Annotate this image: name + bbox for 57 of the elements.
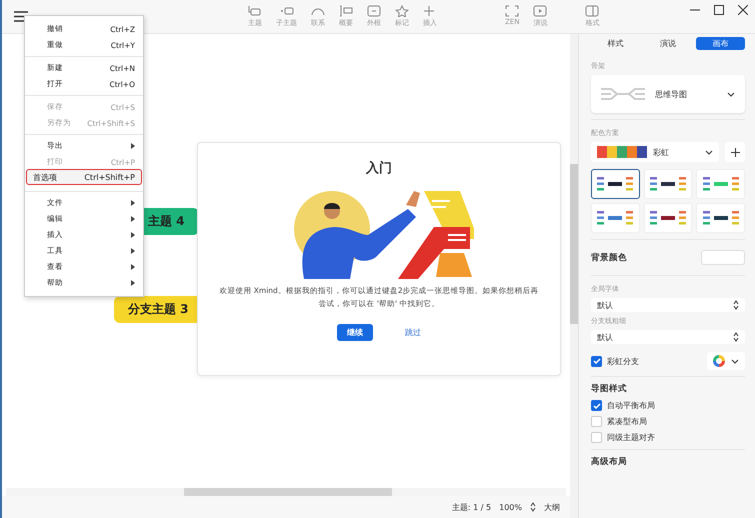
color-scheme-dropdown[interactable]: 彩虹 bbox=[591, 142, 719, 162]
scrollbar-thumb[interactable] bbox=[570, 164, 578, 324]
topic-count: 主题: 1 / 5 bbox=[452, 502, 492, 512]
continue-button[interactable]: 继续 bbox=[337, 324, 373, 341]
color-wheel-dropdown[interactable] bbox=[707, 352, 745, 370]
submenu-arrow-icon bbox=[131, 280, 135, 286]
panel-tab[interactable]: 样式 bbox=[591, 37, 640, 50]
submenu-arrow-icon bbox=[131, 143, 135, 149]
stepper-icon[interactable] bbox=[530, 502, 536, 512]
checkbox[interactable] bbox=[591, 356, 602, 366]
section-title: 高级布局 bbox=[591, 456, 628, 468]
skip-link[interactable]: 跳过 bbox=[405, 327, 421, 338]
checkbox-label: 彩虹分支 bbox=[607, 356, 639, 366]
chevron-down-icon bbox=[731, 358, 739, 364]
stepper-icon bbox=[733, 300, 739, 310]
boundary-icon bbox=[367, 5, 381, 17]
skeleton-dropdown[interactable]: 思维导图 bbox=[591, 75, 745, 113]
palette-swatch-icon bbox=[597, 146, 647, 158]
scrollbar-thumb[interactable] bbox=[184, 488, 392, 496]
panel-tab[interactable]: 演说 bbox=[644, 37, 692, 50]
plus-icon bbox=[730, 148, 740, 156]
chevron-down-icon bbox=[727, 92, 735, 96]
submenu-arrow-icon bbox=[131, 248, 135, 254]
mindmap-structure-icon bbox=[601, 86, 645, 102]
fullscreen-icon bbox=[505, 5, 520, 17]
color-wheel-icon bbox=[713, 355, 725, 367]
checkbox-label: 紧凑型布局 bbox=[607, 416, 647, 427]
submenu-arrow-icon bbox=[131, 200, 135, 206]
theme-thumbnail[interactable] bbox=[591, 169, 640, 199]
play-icon bbox=[533, 5, 548, 17]
submenu-arrow-icon bbox=[131, 264, 135, 270]
submenu-arrow-icon bbox=[131, 232, 135, 238]
panel-tab[interactable]: 画布 bbox=[696, 37, 746, 50]
checkbox-label: 自动平衡布局 bbox=[607, 400, 655, 411]
branch-width-select[interactable]: 默认 bbox=[591, 330, 745, 344]
topic-icon bbox=[248, 5, 262, 17]
panel-icon bbox=[585, 5, 600, 17]
color-picker[interactable] bbox=[701, 250, 745, 265]
checkbox-label: 同级主题对齐 bbox=[607, 432, 655, 443]
subtopic-icon bbox=[280, 5, 294, 17]
zoom-level[interactable]: 100% bbox=[499, 502, 522, 512]
section-label: 背景颜色 bbox=[591, 252, 627, 264]
submenu-arrow-icon bbox=[131, 216, 135, 222]
view-mode[interactable]: 大纲 bbox=[544, 502, 560, 512]
menu-item[interactable]: 首选项 Ctrl+Shift+P bbox=[27, 170, 141, 184]
star-icon bbox=[395, 5, 409, 17]
font-select[interactable]: 默认 bbox=[591, 298, 745, 312]
maximize-icon bbox=[714, 5, 724, 15]
close-icon bbox=[738, 5, 748, 15]
checkbox[interactable] bbox=[591, 400, 602, 411]
bracket-icon bbox=[339, 5, 353, 17]
chevron-down-icon bbox=[705, 150, 713, 154]
add-button[interactable] bbox=[725, 142, 745, 162]
plus-icon bbox=[423, 5, 437, 17]
dialog-title: 入门 bbox=[366, 160, 392, 177]
section-title: 导图样式 bbox=[591, 383, 628, 395]
stepper-icon bbox=[733, 332, 739, 342]
